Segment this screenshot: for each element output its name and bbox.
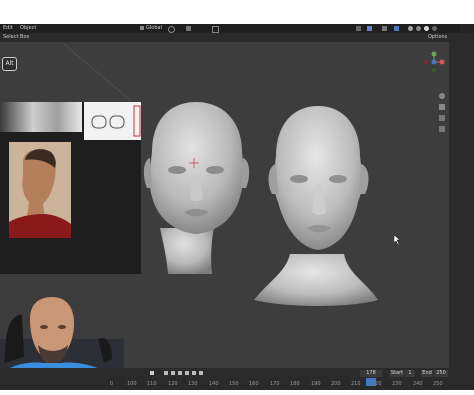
timeline-tick: 140: [209, 381, 219, 387]
timeline-tick: 180: [290, 381, 300, 387]
mouse-cursor-icon: [394, 235, 401, 245]
select-mode-dropdown[interactable]: Select Box: [3, 34, 29, 40]
visibility-icon[interactable]: [356, 26, 361, 31]
jump-end-icon[interactable]: [199, 371, 203, 375]
timeline-tick: 190: [311, 381, 321, 387]
timeline-tick: 160: [249, 381, 259, 387]
pan-hand-icon[interactable]: [439, 104, 445, 110]
timeline-tick: 0: [110, 381, 114, 387]
end-frame-field[interactable]: 250: [434, 370, 448, 377]
transform-icon[interactable]: [140, 26, 144, 30]
start-frame-label: Start: [390, 370, 404, 377]
axis-gizmo-icon[interactable]: [423, 51, 445, 73]
tool-header: Select Box Options: [0, 33, 474, 42]
overlay-icon[interactable]: [382, 26, 387, 31]
navigation-gizmo[interactable]: [423, 51, 445, 73]
xray-icon[interactable]: [394, 26, 399, 31]
properties-panel: [449, 42, 474, 368]
alt-key-indicator: Alt: [2, 57, 17, 71]
jump-start-icon[interactable]: [164, 371, 168, 375]
transform-orientation[interactable]: Global: [146, 25, 162, 31]
timeline-tick: 170: [270, 381, 280, 387]
timeline[interactable]: 178 Start 1 End 250 0 100 110 120 130 14…: [0, 368, 474, 390]
reference-photo-woman: [9, 142, 71, 238]
snap-icon[interactable]: [186, 26, 191, 31]
shading-material-icon[interactable]: [416, 26, 421, 31]
head-model-left: [143, 102, 250, 274]
blender-window: Edit Object Global Select Box Options Al…: [0, 24, 474, 390]
gizmo-icon[interactable]: [367, 26, 372, 31]
guide-line: [63, 43, 131, 101]
woman-profile-image: [9, 142, 71, 238]
current-frame-field[interactable]: 178: [360, 370, 382, 377]
shading-options-icon[interactable]: [432, 26, 437, 31]
options-dropdown[interactable]: Options: [428, 34, 447, 40]
end-frame-label: End: [421, 370, 433, 377]
play-icon[interactable]: [185, 371, 189, 375]
pivot-icon[interactable]: [168, 26, 175, 33]
timeline-tick: 210: [351, 381, 361, 387]
menu-object[interactable]: Object: [20, 25, 36, 31]
timeline-tick: 250: [433, 381, 443, 387]
timeline-tick: 150: [229, 381, 239, 387]
timeline-tick: 110: [147, 381, 157, 387]
reference-image-top: [0, 102, 82, 132]
reference-sheet-image: [84, 102, 141, 140]
timeline-tick: 240: [413, 381, 423, 387]
timeline-tick: 130: [188, 381, 198, 387]
proportional-icon[interactable]: [212, 26, 219, 33]
grid-toggle-icon[interactable]: [439, 126, 445, 132]
next-keyframe-icon[interactable]: [192, 371, 196, 375]
play-reverse-icon[interactable]: [178, 371, 182, 375]
camera-icon[interactable]: [439, 115, 445, 121]
top-menu-bar: Edit Object Global: [0, 24, 474, 33]
skull-sketch: [91, 105, 141, 137]
playhead[interactable]: [366, 378, 376, 386]
timeline-tick: 200: [331, 381, 341, 387]
head-model-right: [254, 106, 378, 306]
start-frame-field[interactable]: 1: [405, 370, 415, 377]
prev-keyframe-icon[interactable]: [171, 371, 175, 375]
timeline-tick: 100: [127, 381, 137, 387]
shading-rendered-icon[interactable]: [424, 26, 429, 31]
timeline-tick: 230: [392, 381, 402, 387]
reference-image-panel: [0, 102, 141, 274]
zoom-icon[interactable]: [439, 93, 445, 99]
menu-edit[interactable]: Edit: [3, 25, 13, 31]
shading-solid-icon[interactable]: [408, 26, 413, 31]
keyframe-icon[interactable]: [150, 371, 154, 375]
timeline-tick: 120: [168, 381, 178, 387]
